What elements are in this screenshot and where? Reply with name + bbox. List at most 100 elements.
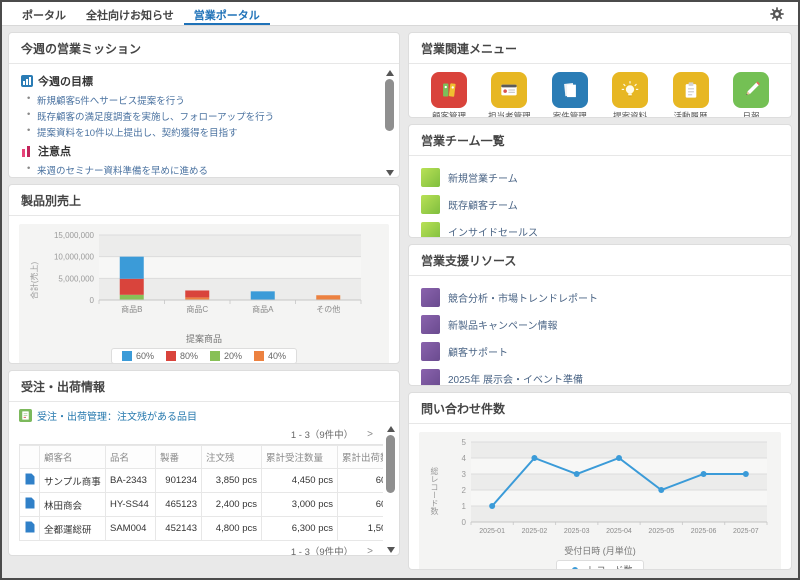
record-detail-button[interactable] [20,517,40,541]
portal-tab-bar: ポータル 全社向けお知らせ 営業ポータル [2,2,798,26]
scroll-thumb[interactable] [385,79,394,131]
goals-heading: 今週の目標 [38,73,93,89]
line-chart-plot: 0123452025-012025-022025-032025-042025-0… [441,438,773,543]
resource-link-campaign-info[interactable]: 新製品キャンペーン情報 [421,311,779,338]
gear-icon [770,7,784,21]
orders-link-label: 受注・出荷管理：注文残がある品目 [37,408,197,423]
svg-text:その他: その他 [316,304,340,314]
legend-item[interactable]: 60% [122,351,154,361]
resource-link-customer-support[interactable]: 顧客サポート [421,338,779,365]
svg-text:2025-06: 2025-06 [691,528,717,535]
line-chart-area: 総レコード数 0123452025-012025-022025-032025-0… [419,432,781,570]
menu-item-daily-report[interactable]: 日報 [725,72,777,118]
column-header: 注文残 [202,446,262,469]
chart-bars-icon [21,75,33,87]
svg-text:2025-02: 2025-02 [522,528,548,535]
legend-label: 80% [180,351,198,361]
space-icon [421,168,440,187]
column-header: 累計出荷数量 [338,446,384,469]
cautions-heading-row: 注意点 [21,143,373,159]
menu-item-label: 顧客管理 [423,110,475,118]
svg-text:2025-03: 2025-03 [564,528,590,535]
record-detail-button[interactable] [20,493,40,517]
resource-link-market-trends[interactable]: 競合分析・市場トレンドレポート [421,284,779,311]
line-chart-xlabel: 受付日時 (月単位) [427,544,773,557]
table-header-row: 顧客名 品名 製番 注文残 累計受注数量 累計出荷数量 [20,446,384,469]
panel-title: 問い合わせ件数 [409,393,791,424]
legend-item[interactable]: 40% [254,351,286,361]
legend-swatch [210,351,220,361]
orders-app-link[interactable]: 受注・出荷管理：注文残がある品目 [19,408,391,423]
table-row[interactable]: サンプル商事 BA-2343 901234 3,850 pcs 4,450 pc… [20,469,384,493]
tab-company-news[interactable]: 全社向けお知らせ [76,2,184,25]
panel-title: 営業チーム一覧 [409,125,791,156]
settings-button[interactable] [766,2,788,25]
clipboard-icon [678,77,704,103]
menu-item-contacts[interactable]: 担当者管理 [483,72,535,118]
pagination-next-icon[interactable]: > [367,429,373,440]
mission-scrollbar [384,70,395,176]
orders-vertical-scrollbar [385,426,396,553]
menu-item-deals[interactable]: 案件管理 [544,72,596,118]
team-link-inside-sales[interactable]: インサイドセールス [421,218,779,238]
orders-table-viewport: 顧客名 品名 製番 注文残 累計受注数量 累計出荷数量 [19,444,383,541]
scroll-down-icon[interactable] [387,547,395,553]
panel-title: 今週の営業ミッション [9,33,399,64]
space-icon [421,195,440,214]
cell-shipped: 600 pcs [338,469,384,493]
bar-chart-legend[interactable]: 60% 80% 20% 40% [111,348,297,364]
app-window: ポータル 全社向けお知らせ 営業ポータル [0,0,800,580]
menu-item-activity[interactable]: 活動履歴 [665,72,717,118]
scroll-down-icon[interactable] [386,170,394,176]
cell-shipped: 1,500 pcs [338,517,384,541]
legend-item[interactable]: 20% [210,351,242,361]
menu-item-label: 担当者管理 [483,110,535,118]
cell-ordered: 4,450 pcs [262,469,338,493]
svg-text:2: 2 [462,486,467,495]
svg-text:2025-01: 2025-01 [479,528,505,535]
table-row[interactable]: 全都運総研 SAM004 452143 4,800 pcs 6,300 pcs … [20,517,384,541]
tab-portal[interactable]: ポータル [12,2,76,25]
pagination-info: 1 - 3（9件中） [291,427,353,441]
scroll-thumb[interactable] [386,435,395,493]
resource-label: 2025年 展示会・イベント準備 [448,371,583,386]
cell-customer: 林田商会 [40,493,106,517]
orders-table: 顧客名 品名 製番 注文残 累計受注数量 累計出荷数量 [19,445,383,541]
bar-chart-xlabel: 提案商品 [27,332,381,345]
scroll-up-icon[interactable] [387,426,395,432]
team-label: 既存顧客チーム [448,197,518,212]
team-link-existing-customers[interactable]: 既存顧客チーム [421,191,779,218]
cell-item: BA-2343 [106,469,156,493]
column-header: 品名 [106,446,156,469]
tab-sales-portal[interactable]: 営業ポータル [184,2,270,25]
cell-backlog: 4,800 pcs [202,517,262,541]
goal-item: 既存顧客の満足度調査を実施し、フォローアップを行う [27,108,373,124]
goal-item: 新規顧客5件へサービス提案を行う [27,92,373,108]
scroll-track[interactable] [385,79,394,167]
table-row[interactable]: 林田商会 HY-SS44 465123 2,400 pcs 3,000 pcs … [20,493,384,517]
pagination-next-icon[interactable]: > [367,546,373,557]
resource-link-exhibition-prep[interactable]: 2025年 展示会・イベント準備 [421,365,779,386]
legend-item: レコード数 [567,563,632,570]
scroll-up-icon[interactable] [386,70,394,76]
caution-item: 来週のセミナー資料準備を早めに進める [27,162,373,178]
bar-chart-area: 合計(売上) 05,000,00010,000,00015,000,000商品B… [19,224,389,364]
line-chart-ylabel: 総レコード数 [427,467,441,515]
cell-backlog: 2,400 pcs [202,493,262,517]
legend-swatch [166,351,176,361]
record-detail-button[interactable] [20,469,40,493]
scroll-track[interactable] [386,435,395,544]
line-chart-legend[interactable]: レコード数 [556,560,643,570]
team-link-new-sales[interactable]: 新規営業チーム [421,164,779,191]
svg-text:2025-04: 2025-04 [606,528,632,535]
menu-item-label: 提案資料 [604,110,656,118]
space-icon [421,315,440,334]
menu-item-customers[interactable]: 顧客管理 [423,72,475,118]
menu-item-proposals[interactable]: 提案資料 [604,72,656,118]
topbar-spacer [270,2,766,25]
svg-text:4: 4 [462,454,467,463]
legend-item[interactable]: 80% [166,351,198,361]
id-card-icon [496,77,522,103]
svg-text:5: 5 [462,438,467,447]
legend-label: 60% [136,351,154,361]
